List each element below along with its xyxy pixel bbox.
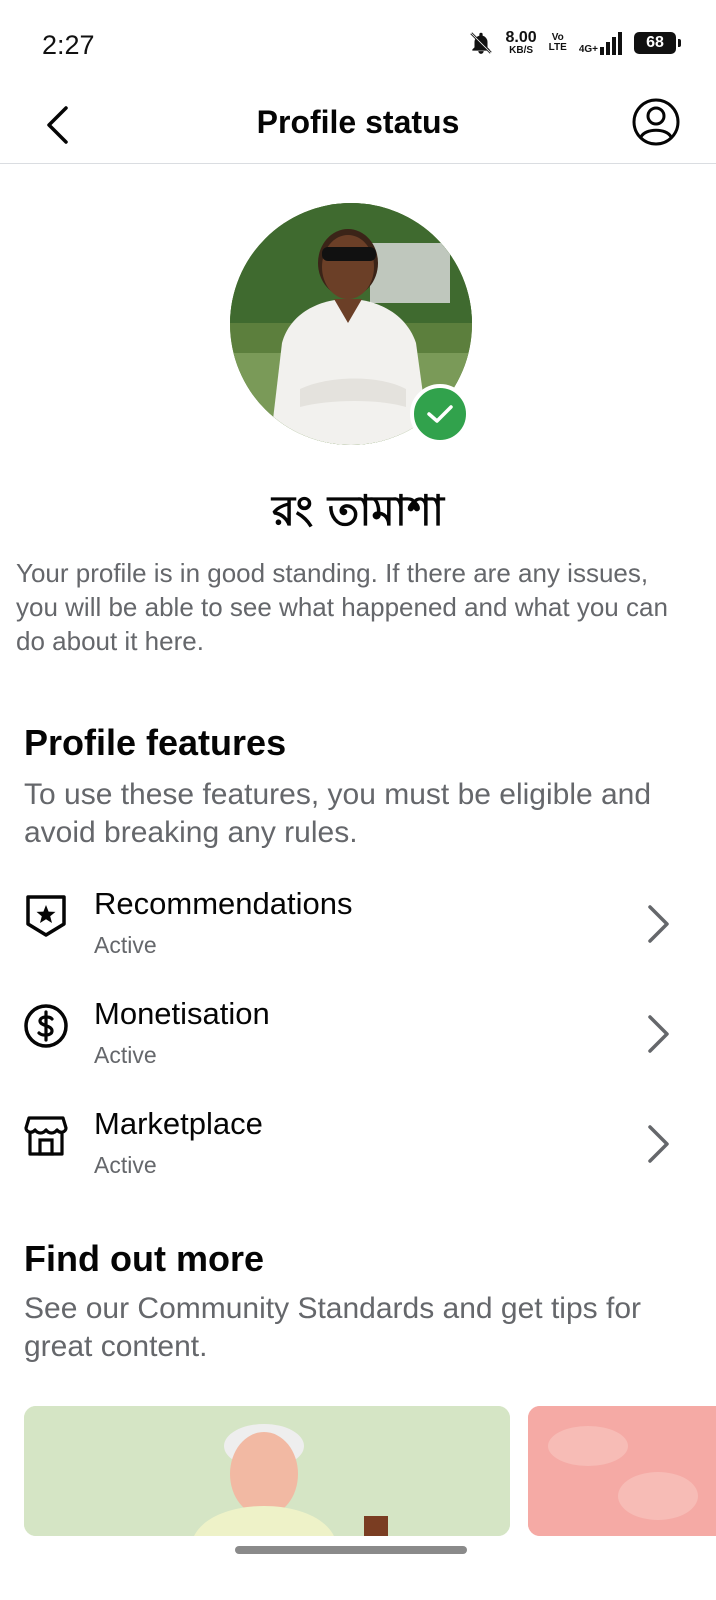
- status-bar: 2:27 8.00 KB/S Vo LTE 4G+ 68: [0, 0, 716, 90]
- volte-indicator: Vo LTE: [548, 32, 567, 53]
- feature-name: Marketplace: [94, 1106, 263, 1141]
- content-tips-card[interactable]: [528, 1406, 716, 1536]
- profile-features-title: Profile features: [24, 722, 287, 763]
- dollar-circle-icon: [24, 1004, 68, 1048]
- feature-monetisation[interactable]: Monetisation Active: [0, 996, 716, 1096]
- bell-muted-icon: [469, 32, 492, 54]
- feature-name: Monetisation: [94, 996, 270, 1031]
- profile-button[interactable]: [630, 96, 682, 148]
- card-illustration: [528, 1406, 716, 1536]
- find-out-more-title: Find out more: [24, 1238, 264, 1279]
- feature-status: Active: [94, 932, 157, 958]
- feature-marketplace[interactable]: Marketplace Active: [0, 1106, 716, 1206]
- feature-status: Active: [94, 1042, 157, 1068]
- chevron-right-icon: [648, 1125, 669, 1163]
- storefront-icon: [24, 1116, 68, 1156]
- top-app-bar: Profile status: [0, 90, 716, 164]
- chevron-right-icon: [648, 1015, 669, 1053]
- shield-star-icon: [26, 895, 66, 937]
- feature-name: Recommendations: [94, 886, 353, 921]
- status-time: 2:27: [42, 30, 95, 60]
- feature-status: Active: [94, 1152, 157, 1178]
- profile-name: রং তামাশা: [271, 486, 445, 535]
- status-icons: 8.00 KB/S Vo LTE 4G+ 68: [468, 29, 681, 56]
- feature-recommendations[interactable]: Recommendations Active: [0, 886, 716, 986]
- page-title: Profile status: [256, 104, 460, 140]
- signal-icon: 4G+: [579, 31, 622, 55]
- community-standards-card[interactable]: [24, 1406, 510, 1536]
- net-speed: 8.00 KB/S: [505, 29, 537, 56]
- checkmark-icon: [427, 405, 453, 423]
- profile-status-description: Your profile is in good standing. If the…: [16, 558, 668, 656]
- verified-badge: [410, 384, 470, 444]
- profile-features-description: To use these features, you must be eligi…: [24, 778, 652, 849]
- home-indicator[interactable]: [235, 1546, 467, 1554]
- battery-icon: 68: [634, 32, 681, 54]
- user-circle-icon: [632, 98, 680, 146]
- card-illustration: [24, 1406, 510, 1536]
- find-out-more-description: See our Community Standards and get tips…: [24, 1292, 641, 1363]
- chevron-right-icon: [648, 905, 669, 943]
